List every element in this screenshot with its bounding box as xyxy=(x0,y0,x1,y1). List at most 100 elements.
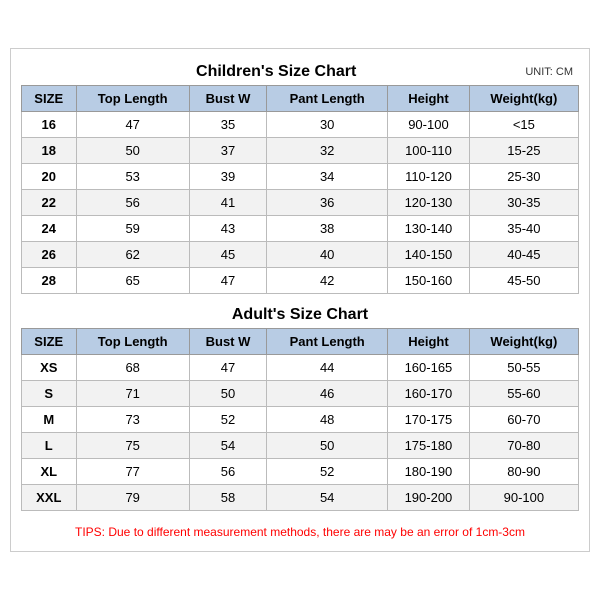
table-cell: 39 xyxy=(189,164,266,190)
table-row: S715046160-17055-60 xyxy=(22,381,579,407)
table-cell: 25-30 xyxy=(469,164,578,190)
table-cell: 30 xyxy=(267,112,388,138)
table-cell: 70-80 xyxy=(469,433,578,459)
table-cell: 50 xyxy=(267,433,388,459)
table-cell: 160-170 xyxy=(388,381,470,407)
adult-table-body: XS684744160-16550-55S715046160-17055-60M… xyxy=(22,355,579,511)
table-cell: 41 xyxy=(189,190,266,216)
table-row: 18503732100-11015-25 xyxy=(22,138,579,164)
table-cell: 50-55 xyxy=(469,355,578,381)
children-header-bust-w: Bust W xyxy=(189,86,266,112)
table-cell: L xyxy=(22,433,77,459)
children-table-body: 1647353090-100<1518503732100-11015-25205… xyxy=(22,112,579,294)
table-cell: M xyxy=(22,407,77,433)
children-header-size: SIZE xyxy=(22,86,77,112)
table-cell: 50 xyxy=(189,381,266,407)
table-cell: 38 xyxy=(267,216,388,242)
table-cell: 52 xyxy=(267,459,388,485)
adult-header-row: SIZE Top Length Bust W Pant Length Heigh… xyxy=(22,329,579,355)
table-cell: 80-90 xyxy=(469,459,578,485)
table-cell: XXL xyxy=(22,485,77,511)
table-cell: 53 xyxy=(76,164,189,190)
table-cell: 22 xyxy=(22,190,77,216)
table-cell: 150-160 xyxy=(388,268,470,294)
adult-chart-title: Adult's Size Chart xyxy=(27,306,573,324)
table-cell: 140-150 xyxy=(388,242,470,268)
adult-header-pant-length: Pant Length xyxy=(267,329,388,355)
table-row: 28654742150-16045-50 xyxy=(22,268,579,294)
table-cell: 42 xyxy=(267,268,388,294)
table-cell: 75 xyxy=(76,433,189,459)
table-row: XXL795854190-20090-100 xyxy=(22,485,579,511)
unit-label: UNIT: CM xyxy=(525,66,573,78)
children-header-row: SIZE Top Length Bust W Pant Length Heigh… xyxy=(22,86,579,112)
table-cell: 18 xyxy=(22,138,77,164)
children-title-row: Children's Size Chart UNIT: CM xyxy=(21,59,579,85)
table-cell: 160-165 xyxy=(388,355,470,381)
children-chart-section: Children's Size Chart UNIT: CM SIZE Top … xyxy=(21,59,579,294)
table-cell: 73 xyxy=(76,407,189,433)
table-cell: 56 xyxy=(76,190,189,216)
table-cell: 54 xyxy=(267,485,388,511)
size-chart-container: Children's Size Chart UNIT: CM SIZE Top … xyxy=(10,48,590,552)
children-chart-title: Children's Size Chart xyxy=(27,63,525,81)
children-size-table: SIZE Top Length Bust W Pant Length Heigh… xyxy=(21,85,579,294)
table-row: 20533934110-12025-30 xyxy=(22,164,579,190)
table-cell: 65 xyxy=(76,268,189,294)
table-cell: 175-180 xyxy=(388,433,470,459)
children-header-height: Height xyxy=(388,86,470,112)
table-cell: 47 xyxy=(76,112,189,138)
table-cell: 44 xyxy=(267,355,388,381)
table-cell: 26 xyxy=(22,242,77,268)
children-header-top-length: Top Length xyxy=(76,86,189,112)
table-cell: 110-120 xyxy=(388,164,470,190)
table-cell: 59 xyxy=(76,216,189,242)
table-cell: 52 xyxy=(189,407,266,433)
children-header-pant-length: Pant Length xyxy=(267,86,388,112)
adult-header-top-length: Top Length xyxy=(76,329,189,355)
adult-chart-section: Adult's Size Chart SIZE Top Length Bust … xyxy=(21,302,579,511)
table-cell: 130-140 xyxy=(388,216,470,242)
table-cell: S xyxy=(22,381,77,407)
table-row: 26624540140-15040-45 xyxy=(22,242,579,268)
table-cell: 60-70 xyxy=(469,407,578,433)
table-cell: 180-190 xyxy=(388,459,470,485)
table-cell: 47 xyxy=(189,355,266,381)
table-cell: <15 xyxy=(469,112,578,138)
table-cell: 77 xyxy=(76,459,189,485)
table-row: 24594338130-14035-40 xyxy=(22,216,579,242)
table-cell: 71 xyxy=(76,381,189,407)
table-cell: XL xyxy=(22,459,77,485)
adult-header-height: Height xyxy=(388,329,470,355)
table-row: XL775652180-19080-90 xyxy=(22,459,579,485)
adult-size-table: SIZE Top Length Bust W Pant Length Heigh… xyxy=(21,328,579,511)
table-cell: 40-45 xyxy=(469,242,578,268)
table-cell: 190-200 xyxy=(388,485,470,511)
children-header-weight: Weight(kg) xyxy=(469,86,578,112)
adult-header-size: SIZE xyxy=(22,329,77,355)
table-cell: 170-175 xyxy=(388,407,470,433)
table-cell: 45 xyxy=(189,242,266,268)
table-cell: 100-110 xyxy=(388,138,470,164)
table-cell: 47 xyxy=(189,268,266,294)
table-cell: 28 xyxy=(22,268,77,294)
table-cell: 30-35 xyxy=(469,190,578,216)
table-cell: 37 xyxy=(189,138,266,164)
table-cell: 46 xyxy=(267,381,388,407)
table-cell: 24 xyxy=(22,216,77,242)
table-cell: 45-50 xyxy=(469,268,578,294)
table-cell: 32 xyxy=(267,138,388,164)
table-cell: 48 xyxy=(267,407,388,433)
table-cell: 56 xyxy=(189,459,266,485)
table-cell: 68 xyxy=(76,355,189,381)
table-row: XS684744160-16550-55 xyxy=(22,355,579,381)
table-cell: 35 xyxy=(189,112,266,138)
table-cell: 120-130 xyxy=(388,190,470,216)
adult-title-row: Adult's Size Chart xyxy=(21,302,579,328)
table-cell: 62 xyxy=(76,242,189,268)
table-cell: 40 xyxy=(267,242,388,268)
table-cell: 34 xyxy=(267,164,388,190)
table-cell: XS xyxy=(22,355,77,381)
table-cell: 36 xyxy=(267,190,388,216)
adult-header-weight: Weight(kg) xyxy=(469,329,578,355)
